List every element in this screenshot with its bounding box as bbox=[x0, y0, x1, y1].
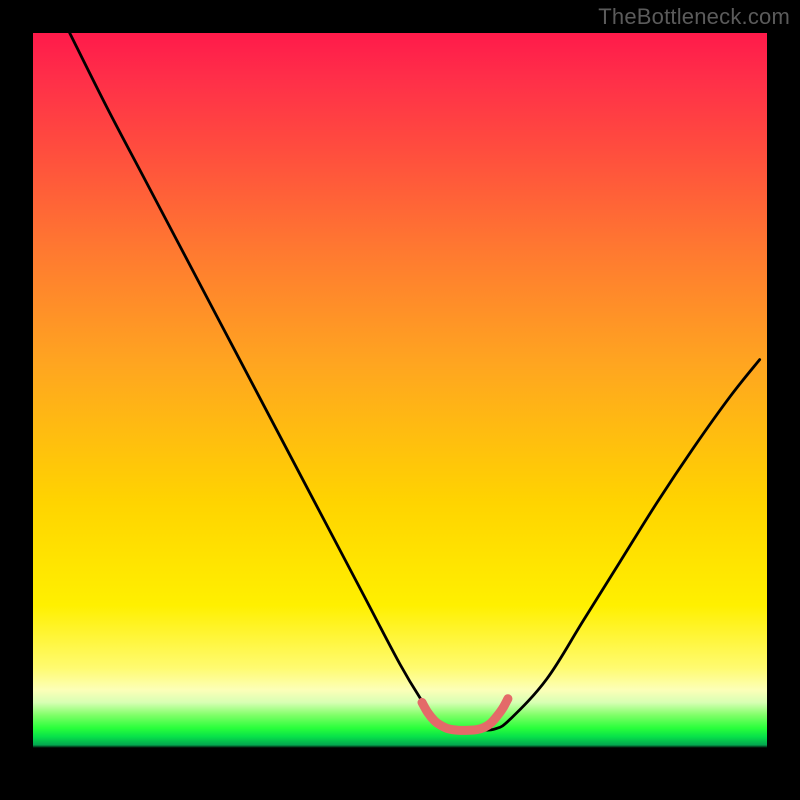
watermark-text: TheBottleneck.com bbox=[598, 4, 790, 30]
chart-svg bbox=[33, 33, 767, 767]
chart-frame: TheBottleneck.com bbox=[0, 0, 800, 800]
highlight-band-path bbox=[422, 699, 508, 731]
plot-area bbox=[33, 33, 767, 767]
bottleneck-curve-path bbox=[70, 33, 760, 730]
